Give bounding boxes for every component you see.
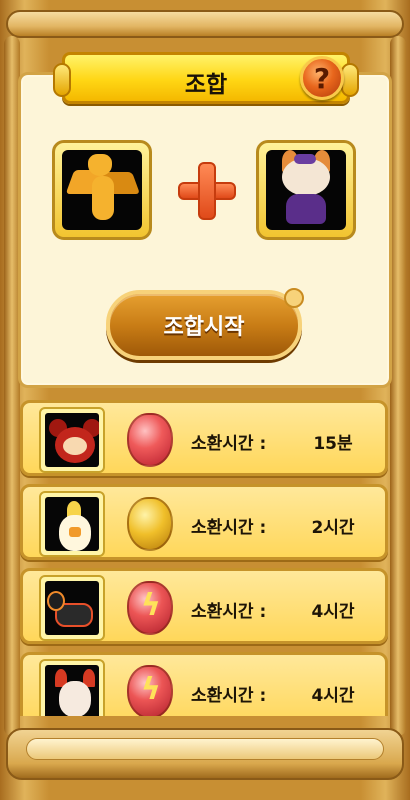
creature-thumbnail <box>39 575 105 641</box>
summon-time-label: 소환시간 : <box>191 602 267 622</box>
frame-right-edge <box>390 36 406 736</box>
plus-icon <box>178 162 236 220</box>
frame-top-scroll <box>6 10 404 38</box>
yellow-chick-creature-icon <box>45 497 99 551</box>
button-curl-decoration <box>284 288 304 308</box>
combine-slot-left[interactable] <box>52 140 152 240</box>
frame-bottom-scroll <box>6 728 404 780</box>
fire-fox-creature-icon <box>45 665 99 716</box>
summon-time-label: 소환시간 : <box>191 686 267 706</box>
red-tanuki-creature-icon <box>45 413 99 467</box>
list-item[interactable]: ϟ 소환시간 : 4시간 <box>20 652 388 716</box>
combine-slot-right[interactable] <box>256 140 356 240</box>
question-mark-icon: ? <box>313 61 331 95</box>
list-item[interactable]: 소환시간 : 15분 <box>20 400 388 476</box>
creature-thumbnail <box>39 659 105 716</box>
summon-list: 소환시간 : 15분 소환시간 : 2시간 ϟ 소환시간 : 4시간 ϟ 소환시… <box>20 398 390 716</box>
fox-wizard-creature-icon <box>266 150 346 230</box>
frame-bottom-inner <box>26 738 384 760</box>
summon-time-label: 소환시간 : <box>191 434 267 454</box>
summon-time-label: 소환시간 : <box>191 518 267 538</box>
red-gem-icon <box>127 413 173 467</box>
black-fire-horse-creature-icon <box>45 581 99 635</box>
gold-gem-icon <box>127 497 173 551</box>
creature-thumbnail <box>39 491 105 557</box>
summon-time-value: 15분 <box>313 434 353 454</box>
red-bolt-gem-icon: ϟ <box>127 581 173 635</box>
list-item[interactable]: ϟ 소환시간 : 4시간 <box>20 568 388 644</box>
summon-time-value: 4시간 <box>311 686 355 706</box>
start-combine-button[interactable]: 조합시작 <box>106 288 304 360</box>
dragon-creature-icon <box>62 150 142 230</box>
summon-time-value: 2시간 <box>311 518 355 538</box>
start-combine-label: 조합시작 <box>163 315 245 340</box>
summon-time-value: 4시간 <box>311 602 355 622</box>
help-button[interactable]: ? <box>300 56 344 100</box>
list-item[interactable]: 소환시간 : 2시간 <box>20 484 388 560</box>
creature-thumbnail <box>39 407 105 473</box>
red-bolt-gem-icon: ϟ <box>127 665 173 716</box>
